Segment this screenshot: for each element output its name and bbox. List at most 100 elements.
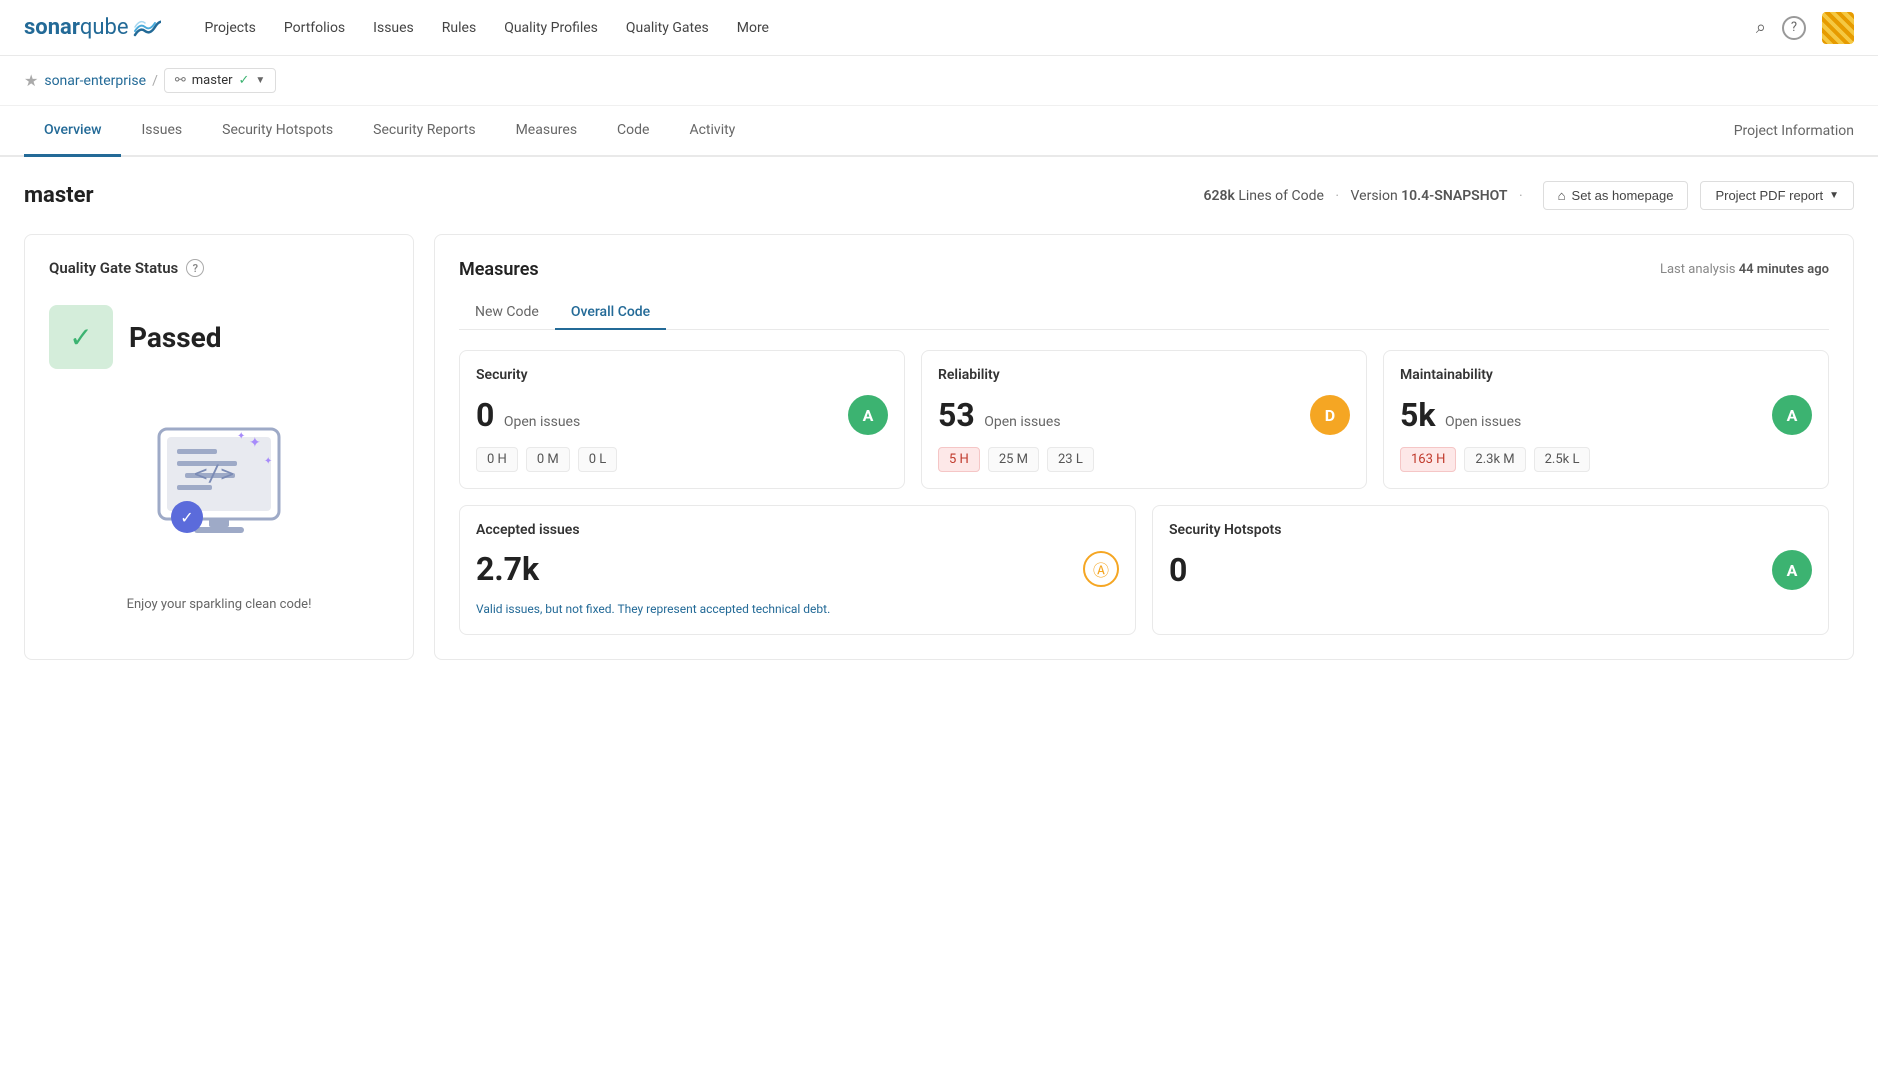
page-header: master 628k Lines of Code · Version 10.4… (24, 181, 1854, 210)
security-low: 0 L (578, 447, 618, 472)
tab-overall-code[interactable]: Overall Code (555, 296, 666, 330)
branch-name: master (192, 73, 233, 88)
passed-section: ✓ Passed (49, 305, 389, 369)
quality-gate-title: Quality Gate Status ? (49, 259, 389, 277)
homepage-btn-label: Set as homepage (1572, 188, 1674, 203)
security-count-wrapper: 0 Open issues (476, 396, 580, 434)
maintainability-label: Open issues (1445, 414, 1521, 430)
logo-text: sonarqube (24, 15, 129, 40)
pdf-btn-label: Project PDF report (1715, 188, 1823, 203)
security-main: 0 Open issues A (476, 395, 888, 435)
svg-text:✦: ✦ (249, 435, 261, 451)
maintainability-low: 2.5k L (1534, 447, 1591, 472)
top-navigation: sonarqube Projects Portfolios Issues Rul… (0, 0, 1878, 56)
security-hotspots-card: Security Hotspots 0 A (1152, 505, 1829, 635)
sub-navigation: Overview Issues Security Hotspots Securi… (0, 106, 1878, 157)
project-link[interactable]: sonar-enterprise (44, 73, 146, 89)
maintainability-main: 5k Open issues A (1400, 395, 1812, 435)
security-breakdown: 0 H 0 M 0 L (476, 447, 888, 472)
maintainability-breakdown: 163 H 2.3k M 2.5k L (1400, 447, 1812, 472)
hotspots-title: Security Hotspots (1169, 522, 1812, 538)
svg-text:</>: </> (194, 462, 234, 487)
loc-info: 628k Lines of Code · Version 10.4-SNAPSH… (1203, 188, 1530, 204)
loc-count: 628k (1203, 188, 1234, 204)
accepted-count: 2.7k (476, 550, 539, 588)
last-analysis: Last analysis 44 minutes ago (1660, 262, 1829, 277)
loc-label: Lines of Code (1238, 188, 1324, 204)
quality-gate-help-icon[interactable]: ? (186, 259, 204, 277)
page-title: master (24, 183, 94, 208)
reliability-count: 53 (938, 396, 975, 434)
security-badge: A (848, 395, 888, 435)
illustration: </> ✦ ✦ ✦ ✓ (49, 389, 389, 589)
tab-issues[interactable]: Issues (121, 106, 202, 157)
tab-security-reports[interactable]: Security Reports (353, 106, 495, 157)
nav-portfolios[interactable]: Portfolios (272, 12, 357, 44)
maintainability-title: Maintainability (1400, 367, 1812, 383)
accepted-main: 2.7k Ⓐ (476, 550, 1119, 588)
tab-code[interactable]: Code (597, 106, 669, 157)
accepted-description: Valid issues, but not fixed. They repres… (476, 600, 1119, 618)
svg-text:✦: ✦ (237, 431, 245, 442)
nav-links: Projects Portfolios Issues Rules Quality… (193, 12, 1756, 44)
svg-text:✦: ✦ (264, 456, 272, 467)
measures-title: Measures (459, 259, 539, 280)
project-information-link[interactable]: Project Information (1734, 107, 1854, 155)
hotspots-count: 0 (1169, 551, 1187, 589)
branch-icon: ⚯ (175, 73, 186, 88)
measures-header: Measures Last analysis 44 minutes ago (459, 259, 1829, 280)
accepted-title: Accepted issues (476, 522, 1119, 538)
metrics-row-top: Security 0 Open issues A 0 H 0 M 0 L (459, 350, 1829, 489)
accepted-badge-icon: Ⓐ (1083, 551, 1119, 587)
maintainability-high: 163 H (1400, 447, 1456, 472)
reliability-breakdown: 5 H 25 M 23 L (938, 447, 1350, 472)
branch-dropdown-icon: ▼ (255, 75, 265, 86)
help-icon[interactable]: ? (1782, 16, 1806, 40)
nav-rules[interactable]: Rules (430, 12, 488, 44)
search-icon[interactable]: ⌕ (1756, 17, 1766, 38)
tab-activity[interactable]: Activity (669, 106, 755, 157)
tab-security-hotspots[interactable]: Security Hotspots (202, 106, 353, 157)
breadcrumb: ★ sonar-enterprise / ⚯ master ✓ ▼ (0, 56, 1878, 106)
set-homepage-button[interactable]: ⌂ Set as homepage (1543, 181, 1689, 210)
accepted-issues-card: Accepted issues 2.7k Ⓐ Valid issues, but… (459, 505, 1136, 635)
security-high: 0 H (476, 447, 518, 472)
reliability-count-wrapper: 53 Open issues (938, 396, 1061, 434)
quality-gate-status: Passed (129, 321, 222, 354)
branch-selector[interactable]: ⚯ master ✓ ▼ (164, 68, 276, 93)
favorite-icon[interactable]: ★ (24, 71, 38, 90)
nav-more[interactable]: More (725, 12, 781, 44)
reliability-label: Open issues (984, 414, 1060, 430)
reliability-metric-card: Reliability 53 Open issues D 5 H 25 M 23… (921, 350, 1367, 489)
svg-text:✓: ✓ (180, 508, 193, 527)
maintainability-metric-card: Maintainability 5k Open issues A 163 H 2… (1383, 350, 1829, 489)
reliability-title: Reliability (938, 367, 1350, 383)
nav-quality-profiles[interactable]: Quality Profiles (492, 12, 610, 44)
pdf-report-button[interactable]: Project PDF report ▼ (1700, 181, 1854, 210)
last-analysis-time: 44 minutes ago (1739, 262, 1829, 277)
logo[interactable]: sonarqube (24, 15, 161, 40)
metrics-row-bottom: Accepted issues 2.7k Ⓐ Valid issues, but… (459, 505, 1829, 635)
sub-nav-links: Overview Issues Security Hotspots Securi… (24, 106, 755, 155)
reliability-high: 5 H (938, 447, 980, 472)
nav-quality-gates[interactable]: Quality Gates (614, 12, 721, 44)
measures-card: Measures Last analysis 44 minutes ago Ne… (434, 234, 1854, 660)
nav-issues[interactable]: Issues (361, 12, 426, 44)
maintainability-badge: A (1772, 395, 1812, 435)
branch-check-icon: ✓ (239, 73, 250, 88)
quality-gate-card: Quality Gate Status ? ✓ Passed (24, 234, 414, 660)
passed-badge: ✓ (49, 305, 113, 369)
tab-measures[interactable]: Measures (496, 106, 597, 157)
clean-code-illustration: </> ✦ ✦ ✦ ✓ (129, 409, 309, 569)
reliability-badge: D (1310, 395, 1350, 435)
nav-right: ⌕ ? (1756, 12, 1854, 44)
maintainability-count: 5k (1400, 396, 1435, 434)
version-label: Version (1351, 188, 1398, 204)
nav-projects[interactable]: Projects (193, 12, 268, 44)
security-title: Security (476, 367, 888, 383)
tab-new-code[interactable]: New Code (459, 296, 555, 330)
separator-dot: · (1335, 188, 1339, 204)
pdf-dropdown-icon: ▼ (1829, 190, 1839, 201)
avatar[interactable] (1822, 12, 1854, 44)
tab-overview[interactable]: Overview (24, 106, 121, 157)
